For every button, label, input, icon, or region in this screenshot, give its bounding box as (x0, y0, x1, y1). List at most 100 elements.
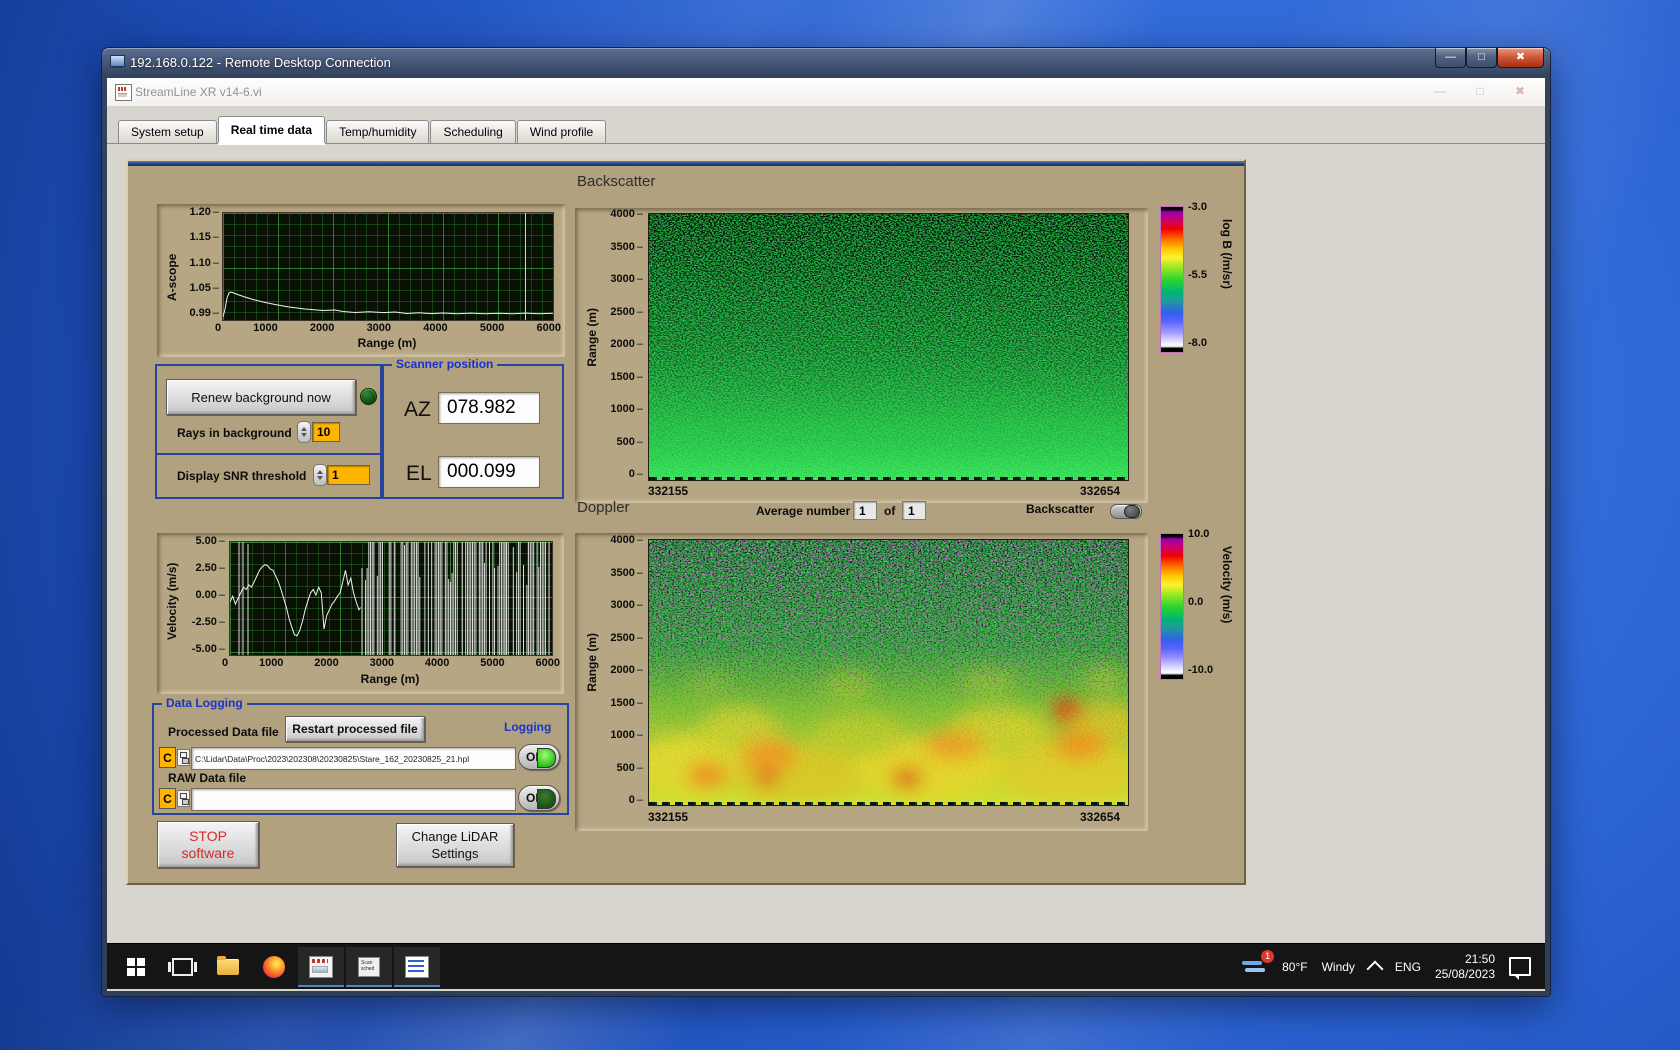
start-button[interactable] (113, 947, 159, 987)
scan-scheduler-button[interactable]: Scan sched (346, 946, 392, 987)
renew-background-button[interactable]: Renew background now (166, 379, 356, 415)
processed-browse-icon[interactable] (177, 749, 190, 766)
doppler-colorbar-ticks: 10.0 0.0 -10.0 (1188, 528, 1213, 676)
notification-badge: 1 (1261, 949, 1275, 963)
processed-path-field[interactable]: C:\Lidar\Data\Proc\2023\202308\20230825\… (191, 747, 516, 770)
tab-system-setup[interactable]: System setup (118, 120, 217, 143)
axis-tick: 1.10 (189, 257, 219, 269)
axis-tick: 3000 (366, 322, 392, 334)
az-value-field[interactable]: 078.982 (438, 392, 540, 424)
rays-spinner[interactable] (297, 421, 311, 443)
rays-value-field[interactable]: 10 (312, 422, 340, 442)
panel-top-ridge (128, 161, 1244, 166)
vi-close-button[interactable]: ✖ (1507, 82, 1533, 100)
axis-tick: 2000 (314, 657, 339, 669)
velocity-x-axis-label: Range (m) (360, 672, 420, 686)
raw-logging-off-button[interactable]: OFF (518, 785, 560, 811)
data-list-app-button[interactable] (394, 946, 440, 987)
tray-chevron-icon[interactable] (1366, 960, 1384, 977)
doppler-y-axis-label: Range (m) (585, 633, 599, 692)
backscatter-heatmap (648, 213, 1129, 481)
firefox-button[interactable] (251, 947, 297, 987)
axis-tick: 1.05 (189, 282, 219, 294)
el-value-field[interactable]: 000.099 (438, 456, 540, 488)
snr-spinner[interactable] (313, 464, 327, 486)
restart-processed-file-button[interactable]: Restart processed file (285, 716, 425, 742)
vi-minimize-button[interactable]: — (1427, 82, 1453, 100)
ascope-y-ticks: 1.20 1.15 1.10 1.05 0.99 (179, 206, 219, 319)
tab-wind-profile[interactable]: Wind profile (516, 120, 607, 143)
tab-temp-humidity[interactable]: Temp/humidity (326, 120, 430, 143)
vi-maximize-button[interactable]: □ (1467, 82, 1493, 100)
vi-titlebar[interactable]: StreamLine XR v14-6.vi — □ ✖ (107, 78, 1545, 107)
raw-drive-badge[interactable]: C (159, 788, 176, 809)
axis-tick: 3000 (610, 273, 643, 285)
axis-tick: -5.00 (192, 643, 225, 655)
axis-tick: 0.99 (189, 307, 219, 319)
minimize-button[interactable]: — (1435, 48, 1466, 68)
axis-tick: 3000 (369, 657, 395, 669)
scanner-position-panel: Scanner position AZ 078.982 EL 000.099 (382, 357, 564, 499)
axis-tick: 1500 (610, 371, 643, 383)
velocity-y-ticks: 5.00 2.50 0.00 -2.50 -5.00 (181, 535, 225, 655)
doppler-colorbar (1160, 533, 1184, 680)
axis-tick: 1000 (610, 729, 643, 741)
data-logging-panel: Data Logging Processed Data file Restart… (152, 696, 569, 815)
task-view-button[interactable] (159, 947, 205, 987)
task-view-icon (167, 957, 197, 976)
weather-icon[interactable]: 1 (1242, 949, 1275, 977)
tab-scheduling[interactable]: Scheduling (430, 120, 516, 143)
labview-vi-icon (115, 84, 132, 101)
streamline-app-button[interactable] (298, 946, 344, 987)
processed-drive-badge[interactable]: C (159, 747, 176, 768)
weather-condition[interactable]: Windy (1322, 960, 1355, 974)
axis-tick: 6000 (536, 322, 561, 334)
weather-temp[interactable]: 80°F (1282, 960, 1307, 974)
az-label: AZ (404, 398, 431, 421)
axis-tick: 10.0 (1188, 528, 1210, 540)
axis-tick: 500 (617, 762, 643, 774)
axis-tick: 4000 (610, 534, 643, 546)
processed-logging-on-button[interactable]: ON (518, 744, 560, 770)
clock[interactable]: 21:50 25/08/2023 (1435, 952, 1495, 982)
taskbar-apps: Scan sched (113, 944, 441, 989)
rdp-titlebar[interactable]: 192.168.0.122 - Remote Desktop Connectio… (102, 48, 1550, 78)
axis-tick: 3500 (610, 567, 643, 579)
average-number-label: Average number (756, 504, 851, 518)
file-explorer-button[interactable] (205, 947, 251, 987)
desktop: 192.168.0.122 - Remote Desktop Connectio… (0, 0, 1680, 1050)
taskbar: Scan sched 1 80°F Windy ENG 21:50 25/08/2… (107, 943, 1545, 989)
axis-tick: 2500 (610, 632, 643, 644)
axis-tick: 5000 (479, 322, 505, 334)
backscatter-toggle[interactable] (1110, 504, 1142, 519)
axis-tick: 4000 (610, 208, 643, 220)
graph-cursor[interactable] (525, 213, 526, 320)
maximize-button[interactable]: □ (1466, 48, 1497, 68)
average-total-field[interactable]: 1 (902, 501, 926, 520)
close-button[interactable]: ✖ (1497, 48, 1544, 68)
tab-real-time-data[interactable]: Real time data (217, 116, 326, 143)
firefox-icon (263, 955, 285, 978)
doppler-title: Doppler (577, 499, 630, 516)
front-panel: A-scope 1.20 1.15 1.10 1.05 0.99 (107, 143, 1545, 944)
data-list-app-icon (405, 955, 429, 978)
stop-software-button[interactable]: STOP software (157, 821, 259, 868)
off-lamp (537, 789, 556, 809)
of-label: of (884, 504, 896, 518)
raw-path-field[interactable] (191, 788, 516, 811)
tab-bar: System setup Real time data Temp/humidit… (118, 116, 607, 143)
remote-session-screen: StreamLine XR v14-6.vi — □ ✖ System setu… (107, 78, 1545, 991)
snr-value-field[interactable]: 1 (327, 465, 370, 485)
language-indicator[interactable]: ENG (1395, 960, 1421, 974)
doppler-heatmap (648, 539, 1129, 806)
ground-return-line (649, 477, 1128, 480)
raw-browse-icon[interactable] (177, 790, 190, 807)
average-number-field[interactable]: 1 (853, 501, 877, 520)
doppler-colorbar-label: Velocity (m/s) (1220, 546, 1234, 624)
streamline-app-icon (309, 955, 333, 978)
change-lidar-settings-button[interactable]: Change LiDAR Settings (396, 823, 514, 867)
axis-tick: 5000 (480, 657, 505, 669)
axis-tick: 6000 (535, 657, 560, 669)
axis-tick: 0 (629, 468, 643, 480)
notification-center-icon[interactable] (1509, 957, 1531, 980)
